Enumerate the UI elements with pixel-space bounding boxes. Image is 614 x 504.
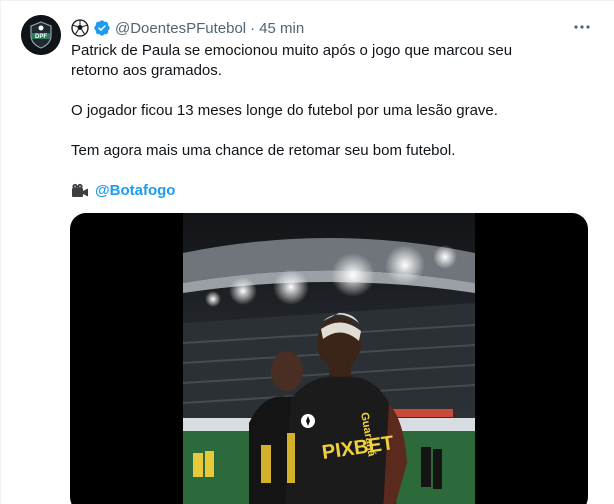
video-camera-icon [71, 183, 89, 199]
dpf-logo-icon: DPF [21, 15, 61, 55]
soccer-ball-icon [71, 19, 89, 37]
video-thumbnail: PIXBET Guaraná [183, 213, 475, 504]
separator-dot: · [250, 19, 256, 37]
video-credit: @Botafogo [71, 181, 591, 201]
tweet-timestamp[interactable]: 45 min [259, 20, 304, 37]
avatar[interactable]: DPF [21, 15, 61, 55]
tweet-paragraph: O jogador ficou 13 meses longe do futebo… [71, 102, 498, 119]
more-options-icon[interactable] [572, 17, 592, 37]
svg-text:DPF: DPF [35, 34, 47, 40]
tweet-body: Patrick de Paula se emocionou muito após… [71, 41, 591, 201]
verified-badge-icon[interactable] [93, 19, 111, 37]
tweet-card[interactable]: DPF @DoentesPFutebol · 45 min Patrick de… [0, 0, 614, 504]
tweet-paragraph: Patrick de Paula se emocionou muito após… [71, 42, 513, 79]
video-frame[interactable]: PIXBET Guaraná [183, 213, 475, 504]
tweet-paragraph: Tem agora mais uma chance de retomar seu… [71, 142, 456, 159]
video-player[interactable]: PIXBET Guaraná [70, 213, 588, 504]
author-handle[interactable]: @DoentesPFutebol [115, 20, 246, 37]
tweet-header: @DoentesPFutebol · 45 min [71, 17, 304, 39]
mention-link[interactable]: @Botafogo [95, 181, 175, 201]
